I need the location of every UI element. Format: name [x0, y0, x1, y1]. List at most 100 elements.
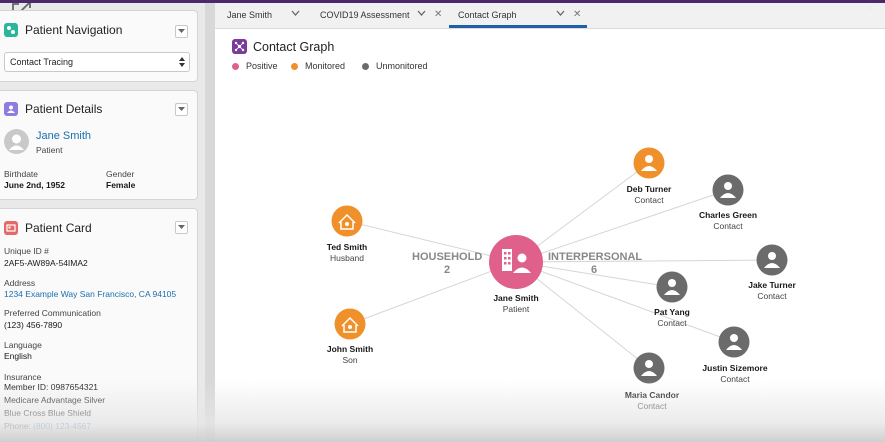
- node-label-pat-yang: Pat Yang Contact: [617, 307, 727, 329]
- node-name: John Smith: [326, 344, 374, 354]
- chevron-down-icon[interactable]: [175, 103, 188, 116]
- language-value: English: [4, 351, 32, 361]
- card-title: Patient Details: [25, 102, 103, 116]
- contact-node-justin-sizemore[interactable]: [718, 326, 750, 358]
- group-interpersonal-count: 6: [590, 264, 598, 276]
- contact-node-charles-green[interactable]: [712, 174, 744, 206]
- group-household: HOUSEHOLD 2: [412, 251, 482, 277]
- node-label-john-smith: John Smith Son: [295, 344, 405, 366]
- provider-value: Blue Cross Blue Shield: [4, 408, 91, 418]
- group-household-label: HOUSEHOLD: [412, 251, 483, 263]
- legend-label: Unmonitored: [376, 61, 428, 71]
- select-value: Contact Tracing: [10, 57, 74, 67]
- patient-details-card: Patient Details Jane Smith Patient Birth…: [0, 90, 198, 200]
- contact-node-maria-candor[interactable]: [633, 352, 665, 384]
- plan-value: Medicare Advantage Silver: [4, 395, 106, 405]
- communication-value: (123) 456-7890: [4, 320, 63, 330]
- node-role: Contact: [720, 374, 750, 384]
- unique-id-label: Unique ID #: [4, 246, 49, 256]
- contact-node-john-smith[interactable]: [334, 308, 366, 340]
- phone-link[interactable]: (800) 123-4567: [33, 421, 91, 431]
- insurance-label: Insurance: [4, 372, 42, 382]
- node-label-charles-green: Charles Green Contact: [673, 210, 783, 232]
- legend-label: Positive: [246, 61, 278, 71]
- node-role: Contact: [757, 291, 787, 301]
- legend-dot-positive: [232, 62, 239, 70]
- patient-navigation-select[interactable]: Contact Tracing: [4, 52, 190, 72]
- node-name: Charles Green: [698, 210, 758, 220]
- top-accent-bar: [0, 0, 885, 3]
- tab-covid19-assessment[interactable]: COVID19 Assessment: [320, 10, 410, 30]
- group-interpersonal: INTERPERSONAL 6: [548, 251, 643, 277]
- node-name: Jake Turner: [748, 280, 796, 290]
- graph-icon: [232, 39, 247, 54]
- node-label-deb-turner: Deb Turner Contact: [594, 184, 704, 206]
- navigation-icon: [4, 23, 18, 37]
- patient-name-link[interactable]: Jane Smith: [36, 130, 91, 142]
- tab-jane-smith[interactable]: Jane Smith: [227, 10, 272, 30]
- contact-node-deb-turner[interactable]: [633, 147, 665, 179]
- node-label-jake-turner: Jake Turner Contact: [717, 280, 827, 302]
- node-name: Ted Smith: [326, 242, 368, 252]
- chevron-down-icon[interactable]: [175, 221, 188, 234]
- active-tab-indicator: [449, 25, 587, 28]
- contact-node-pat-yang[interactable]: [656, 271, 688, 303]
- legend-dot-unmonitored: [362, 62, 369, 70]
- gender-value: Female: [106, 180, 136, 190]
- patient-role: Patient: [36, 145, 63, 155]
- node-label-jane-smith: Jane Smith Patient: [461, 293, 571, 315]
- address-label: Address: [4, 278, 36, 288]
- patient-card: Patient Card Unique ID # 2AF5-AW89A-54IM…: [0, 208, 198, 442]
- select-arrows-icon: [179, 57, 185, 67]
- close-icon[interactable]: ✕: [573, 9, 581, 20]
- legend-positive: Positive: [232, 61, 278, 71]
- legend-unmonitored: Unmonitored: [362, 61, 428, 71]
- graph-title: Contact Graph: [253, 40, 335, 54]
- unique-id-value: 2AF5-AW89A-54IMA2: [4, 258, 88, 268]
- contact-node-ted-smith[interactable]: [331, 205, 363, 237]
- left-sidebar: Patient Navigation Contact Tracing Patie…: [0, 0, 205, 442]
- group-household-count: 2: [443, 264, 451, 276]
- communication-label: Preferred Communication: [4, 308, 101, 318]
- avatar: [4, 129, 29, 154]
- close-icon[interactable]: ✕: [865, 0, 877, 17]
- node-label-justin-sizemore: Justin Sizemore Contact: [680, 363, 790, 385]
- gender-label: Gender: [106, 169, 135, 179]
- node-role: Patient: [502, 304, 530, 314]
- chevron-down-icon[interactable]: [175, 25, 188, 38]
- group-interpersonal-label: INTERPERSONAL: [548, 251, 643, 263]
- center-node-jane-smith[interactable]: [489, 235, 543, 289]
- person-card-icon: [4, 102, 18, 116]
- node-name: Jane Smith: [493, 293, 539, 303]
- patient-navigation-card: Patient Navigation Contact Tracing: [0, 10, 198, 82]
- legend-label: Monitored: [305, 61, 346, 71]
- node-role: Son: [342, 355, 358, 365]
- phone-label: Phone:: [4, 421, 31, 431]
- tab-bar: Jane Smith COVID19 Assessment ✕ Contact …: [215, 0, 885, 29]
- birthdate-value: June 2nd, 1952: [4, 180, 65, 190]
- language-label: Language: [4, 340, 42, 350]
- address-link[interactable]: 1234 Example Way San Francisco, CA 94105: [4, 289, 176, 299]
- node-name: Pat Yang: [654, 307, 690, 317]
- contact-node-jake-turner[interactable]: [756, 244, 788, 276]
- node-name: Maria Candor: [624, 390, 680, 400]
- legend-dot-monitored: [291, 62, 298, 70]
- birthdate-label: Birthdate: [4, 169, 39, 179]
- chevron-down-icon[interactable]: [556, 10, 565, 16]
- node-label-ted-smith: Ted Smith Husband: [292, 242, 402, 264]
- chevron-down-icon[interactable]: [291, 10, 300, 16]
- node-label-maria-candor: Maria Candor Contact: [597, 390, 707, 412]
- node-role: Husband: [329, 253, 365, 263]
- chevron-down-icon[interactable]: [417, 10, 426, 16]
- card-title: Patient Navigation: [25, 23, 123, 37]
- legend-monitored: Monitored: [291, 61, 345, 71]
- card-title: Patient Card: [25, 221, 92, 235]
- node-role: Contact: [634, 195, 664, 205]
- close-icon[interactable]: ✕: [434, 9, 442, 20]
- node-role: Contact: [657, 318, 687, 328]
- id-card-icon: [4, 221, 18, 235]
- member-id-value: Member ID: 0987654321: [4, 382, 99, 392]
- node-role: Contact: [713, 221, 743, 231]
- node-name: Deb Turner: [626, 184, 672, 194]
- node-name: Justin Sizemore: [702, 363, 768, 373]
